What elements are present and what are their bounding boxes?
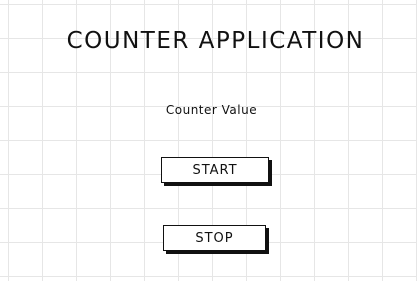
counter-value-label: Counter Value bbox=[165, 103, 258, 117]
app-title: COUNTER APPLICATION bbox=[66, 28, 365, 54]
start-button[interactable]: START bbox=[161, 157, 269, 183]
counter-app-window: COUNTER APPLICATION Counter Value START … bbox=[0, 0, 417, 281]
stop-button[interactable]: STOP bbox=[163, 225, 266, 251]
